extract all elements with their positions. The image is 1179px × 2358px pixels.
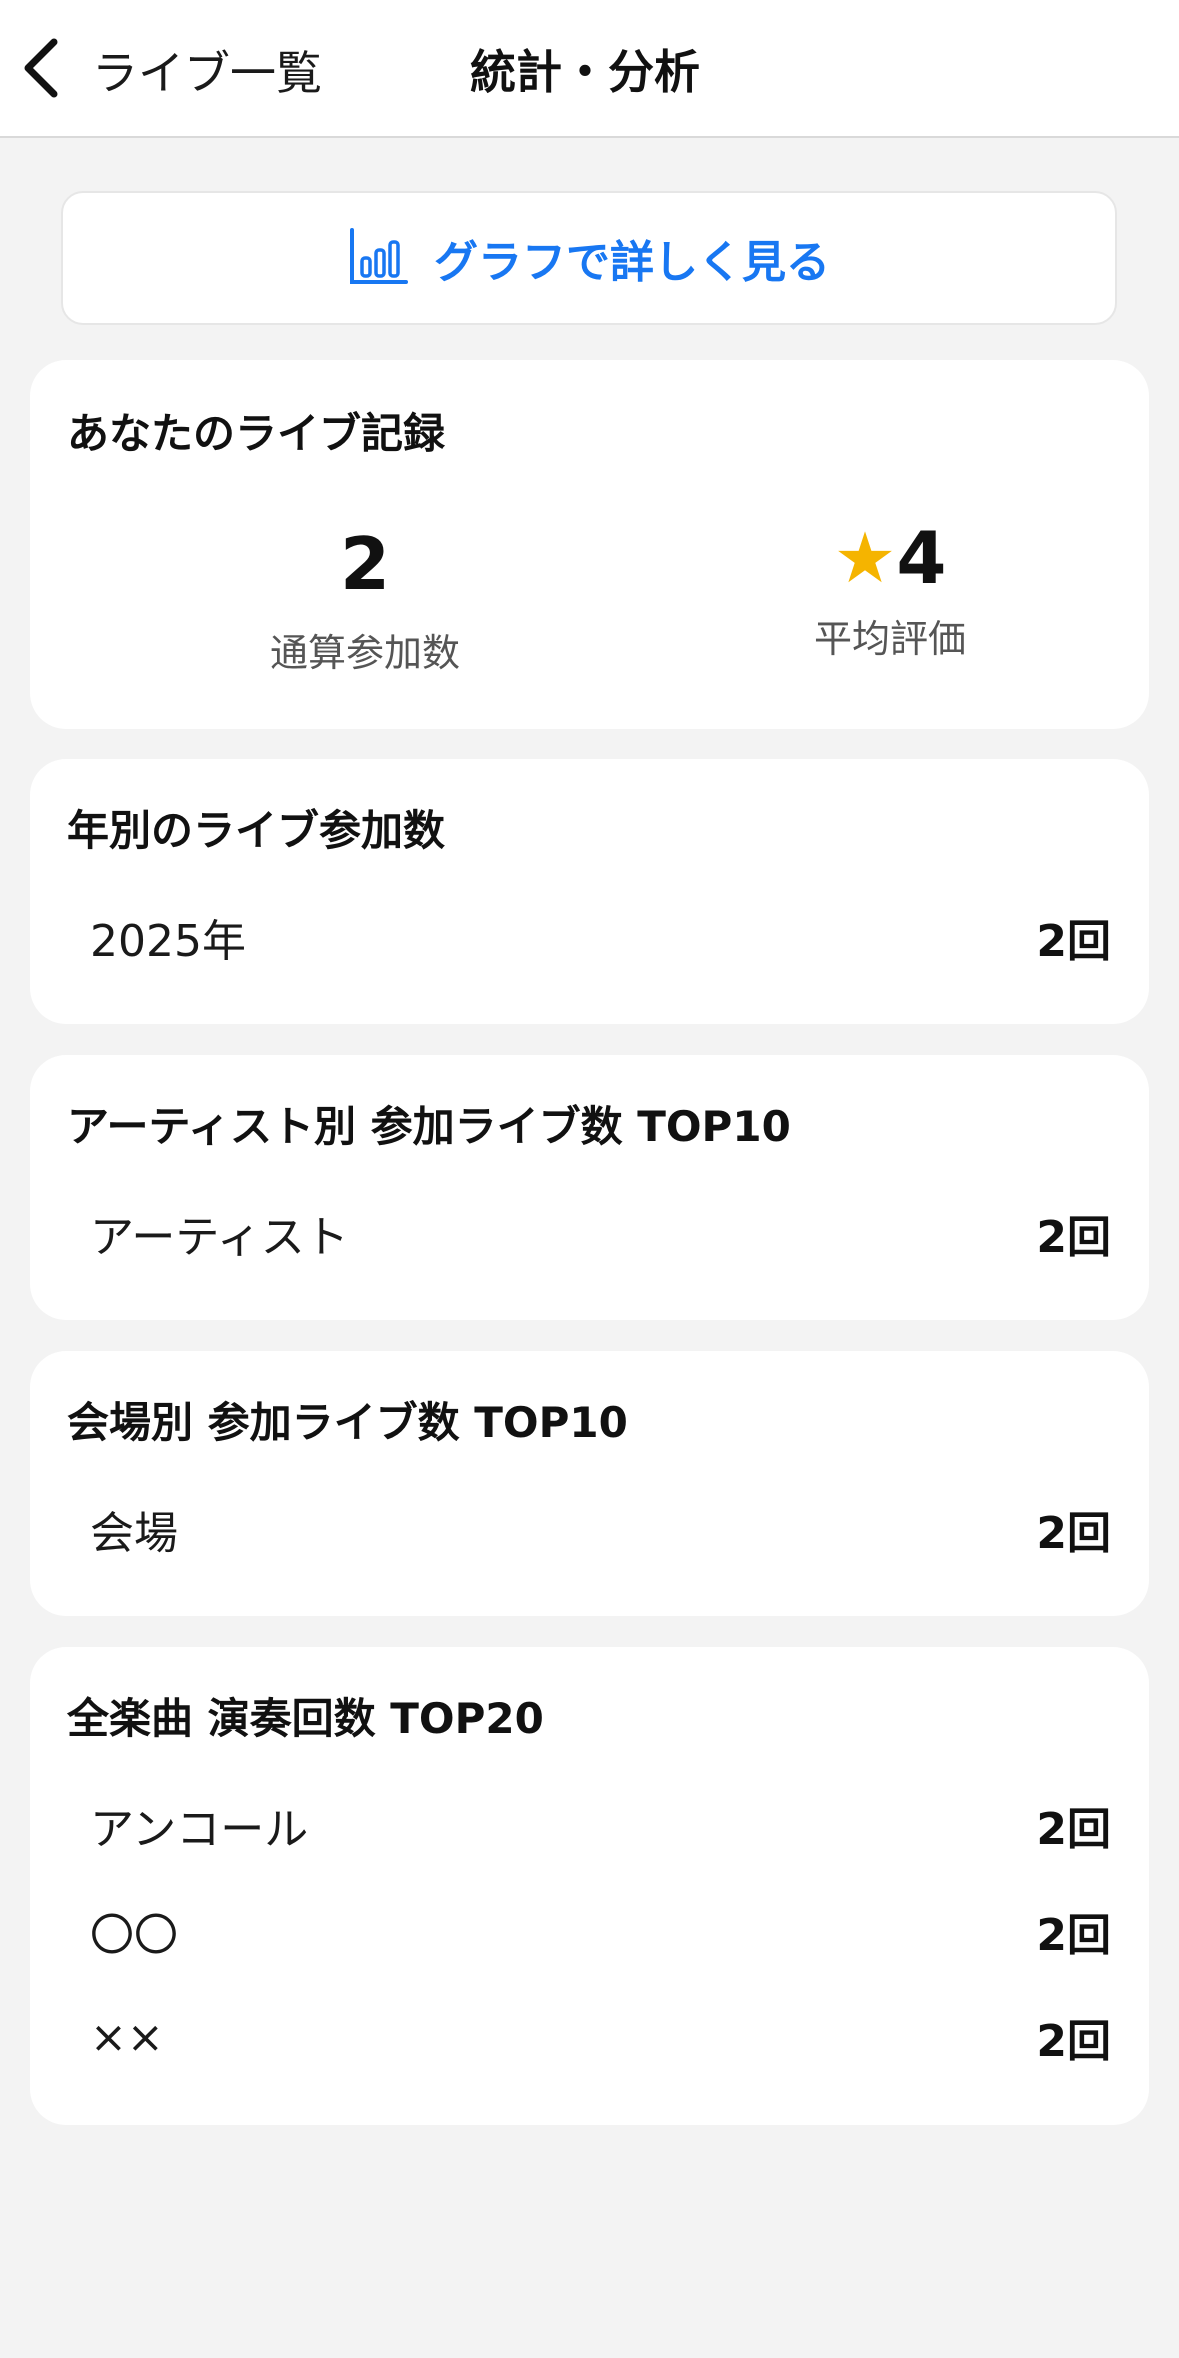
- total-attendance-stat: 2 通算参加数: [220, 528, 510, 677]
- venue-label: 会場: [90, 1508, 178, 1559]
- view-graph-button[interactable]: グラフで詳しく見る: [61, 191, 1117, 325]
- star-icon: ★: [833, 517, 897, 599]
- artist-label: アーティスト: [90, 1212, 349, 1263]
- count-value: 2回: [1036, 1212, 1111, 1263]
- total-attendance-label: 通算参加数: [269, 631, 460, 675]
- chevron-left-icon: [20, 36, 64, 104]
- song-label: 〇〇: [90, 1910, 178, 1961]
- artist-top10-card: アーティスト別 参加ライブ数 TOP10 アーティスト 2回: [30, 1055, 1149, 1320]
- year-label: 2025年: [90, 916, 246, 967]
- song-label: アンコール: [90, 1804, 309, 1855]
- average-rating-stat: ★ 4 平均評価: [730, 522, 1050, 663]
- view-graph-label: グラフで詳しく見る: [434, 237, 830, 288]
- count-value: 2回: [1036, 1508, 1111, 1559]
- song-top20-title: 全楽曲 演奏回数 TOP20: [67, 1694, 544, 1743]
- list-item: 〇〇 2回: [90, 1901, 1111, 1961]
- back-button[interactable]: ライブ一覧: [20, 30, 322, 110]
- bar-chart-icon: [348, 226, 434, 290]
- song-top20-card: 全楽曲 演奏回数 TOP20 アンコール 2回 〇〇 2回 ×× 2回: [30, 1647, 1149, 2125]
- yearly-attendance-card: 年別のライブ参加数 2025年 2回: [30, 759, 1149, 1024]
- list-item: アーティスト 2回: [90, 1203, 1111, 1263]
- average-rating-row: ★ 4: [730, 522, 1050, 594]
- venue-top10-card: 会場別 参加ライブ数 TOP10 会場 2回: [30, 1351, 1149, 1616]
- list-item: 2025年 2回: [90, 907, 1111, 967]
- venue-top10-title: 会場別 参加ライブ数 TOP10: [67, 1398, 628, 1447]
- live-record-card: あなたのライブ記録 2 通算参加数 ★ 4 平均評価: [30, 360, 1149, 729]
- count-value: 2回: [1036, 1910, 1111, 1961]
- live-record-title: あなたのライブ記録: [67, 409, 446, 458]
- average-rating-value: 4: [896, 516, 947, 600]
- list-item: 会場 2回: [90, 1499, 1111, 1559]
- average-rating-label: 平均評価: [813, 617, 966, 661]
- back-button-label: ライブ一覧: [92, 46, 322, 100]
- count-value: 2回: [1036, 2016, 1111, 2067]
- yearly-attendance-title: 年別のライブ参加数: [67, 806, 446, 855]
- navigation-bar: ライブ一覧 統計・分析: [0, 0, 1179, 138]
- artist-top10-title: アーティスト別 参加ライブ数 TOP10: [67, 1102, 791, 1151]
- page-title: 統計・分析: [470, 45, 700, 99]
- count-value: 2回: [1036, 1804, 1111, 1855]
- list-item: アンコール 2回: [90, 1795, 1111, 1855]
- song-label: ××: [90, 2011, 164, 2063]
- total-attendance-value: 2: [339, 522, 391, 606]
- list-item: ×× 2回: [90, 2007, 1111, 2068]
- count-value: 2回: [1036, 916, 1111, 967]
